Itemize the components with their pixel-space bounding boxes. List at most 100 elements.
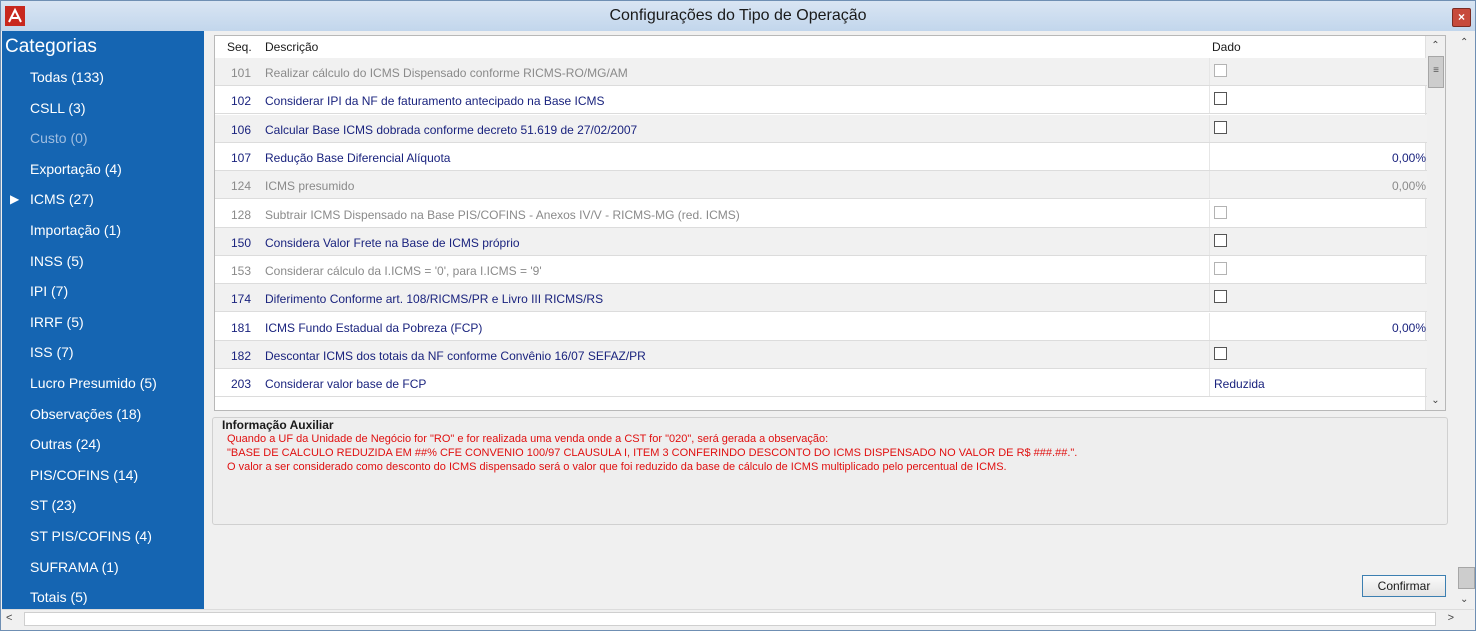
sidebar-item[interactable]: IRRF (5) <box>30 314 84 330</box>
row-dado-cell[interactable]: 0,00% <box>1209 312 1428 340</box>
row-description: Considerar valor base de FCP <box>265 377 427 392</box>
row-dado-cell <box>1209 58 1428 85</box>
row-dado-cell[interactable] <box>1209 284 1428 312</box>
sidebar-item[interactable]: INSS (5) <box>30 253 84 269</box>
grid-vertical-scrollbar[interactable]: ⌃ ≡ ⌄ <box>1425 36 1445 410</box>
table-row[interactable]: 182 Descontar ICMS dos totais da NF confo… <box>215 341 1427 369</box>
row-checkbox <box>1214 205 1227 219</box>
row-description: Considera Valor Frete na Base de ICMS pr… <box>265 235 520 250</box>
info-line: "BASE DE CALCULO REDUZIDA EM ##% CFE CON… <box>227 447 1078 459</box>
table-row[interactable]: 102 Considerar IPI da NF de faturamento a… <box>215 86 1428 115</box>
table-row[interactable]: 101 Realizar cálculo do ICMS Dispensado c… <box>215 58 1427 86</box>
info-title: Informação Auxiliar <box>222 418 334 432</box>
window-scroll-thumb[interactable] <box>1458 567 1475 589</box>
sidebar-item[interactable]: Totais (5) <box>30 589 88 605</box>
settings-grid: Seq. Descrição Dado ⌃ ≡ ⌄ 101 Realizar cá… <box>214 35 1446 411</box>
window-vertical-scrollbar[interactable]: ⌃ ⌄ <box>1457 35 1475 607</box>
row-checkbox[interactable] <box>1214 347 1227 360</box>
sidebar-item[interactable]: Importação (1) <box>30 222 121 238</box>
category-sidebar: Categorias Todas (133) CSLL (3) Custo (0) E… <box>2 31 204 609</box>
row-description: Diferimento Conforme art. 108/RICMS/PR e… <box>265 292 604 307</box>
window-scroll-down-icon[interactable]: ⌄ <box>1460 594 1468 605</box>
row-description: Considerar cálculo da I.ICMS = '0', para… <box>265 264 542 279</box>
sidebar-item[interactable]: Todas (133) <box>30 69 104 85</box>
sidebar-item[interactable]: Lucro Presumido (5) <box>30 375 157 391</box>
row-seq: 203 <box>230 377 251 392</box>
sidebar-item[interactable]: Exportação (4) <box>30 161 122 177</box>
table-row[interactable]: 124 ICMS presumido 0,00% <box>215 171 1428 200</box>
row-percent-value: 0,00% <box>1391 179 1426 194</box>
scroll-thumb[interactable]: ≡ <box>1428 56 1444 88</box>
row-seq: 101 <box>230 66 251 80</box>
row-description: ICMS Fundo Estadual da Pobreza (FCP) <box>265 320 483 335</box>
grid-header: Seq. Descrição Dado <box>215 36 1427 59</box>
auxiliary-info-panel: Informação Auxiliar Quando a UF da Unida… <box>212 417 1448 525</box>
sidebar-item[interactable]: ST PIS/COFINS (4) <box>30 528 152 544</box>
row-checkbox[interactable] <box>1214 92 1227 106</box>
row-checkbox <box>1214 64 1227 77</box>
row-seq: 106 <box>230 122 251 137</box>
row-description: Realizar cálculo do ICMS Dispensado conf… <box>265 66 628 80</box>
row-description: Subtrair ICMS Dispensado na Base PIS/COF… <box>265 207 740 222</box>
row-seq: 124 <box>230 179 251 194</box>
table-row[interactable]: 203 Considerar valor base de FCP Reduzida <box>215 369 1428 398</box>
row-seq: 174 <box>230 292 251 307</box>
horizontal-scroll-track[interactable] <box>24 612 1436 626</box>
row-checkbox[interactable] <box>1214 290 1227 304</box>
sidebar-item[interactable]: PIS/COFINS (14) <box>30 467 138 483</box>
row-checkbox[interactable] <box>1214 120 1227 134</box>
row-dado-cell[interactable] <box>1209 86 1428 114</box>
sidebar-item[interactable]: Observações (18) <box>30 406 141 422</box>
scroll-up-icon[interactable]: ⌃ <box>1428 38 1443 53</box>
info-line: Quando a UF da Unidade de Negócio for "R… <box>227 433 829 445</box>
table-row[interactable]: 181 ICMS Fundo Estadual da Pobreza (FCP) 0… <box>215 312 1428 341</box>
sidebar-item[interactable]: ICMS (27) <box>30 191 94 207</box>
row-dado-cell: 0,00% <box>1209 171 1428 199</box>
confirm-button[interactable]: Confirmar <box>1362 575 1446 597</box>
selected-arrow-icon: ▶ <box>10 192 20 207</box>
row-dado-cell <box>1209 199 1428 227</box>
sidebar-item[interactable]: IPI (7) <box>30 283 68 299</box>
scroll-down-icon[interactable]: ⌄ <box>1428 393 1443 408</box>
header-seq[interactable]: Seq. <box>227 40 252 54</box>
row-dado-cell[interactable]: 0,00% <box>1209 142 1428 170</box>
row-seq: 102 <box>230 94 251 109</box>
row-dado-cell[interactable] <box>1209 341 1428 368</box>
table-row[interactable]: 174 Diferimento Conforme art. 108/RICMS/P… <box>215 284 1428 313</box>
row-checkbox <box>1214 262 1227 276</box>
header-description[interactable]: Descrição <box>265 40 318 54</box>
sidebar-item[interactable]: CSLL (3) <box>30 100 86 116</box>
row-dado-cell <box>1209 256 1428 284</box>
row-description: ICMS presumido <box>265 179 355 194</box>
table-row[interactable]: 153 Considerar cálculo da I.ICMS = '0', p… <box>215 256 1428 285</box>
sidebar-item[interactable]: Outras (24) <box>30 436 101 452</box>
row-dado-cell[interactable] <box>1209 114 1428 142</box>
table-row[interactable]: 128 Subtrair ICMS Dispensado na Base PIS/… <box>215 199 1428 228</box>
table-row[interactable]: 106 Calcular Base ICMS dobrada conforme d… <box>215 114 1428 143</box>
row-seq: 107 <box>230 150 251 165</box>
row-seq: 150 <box>230 235 251 250</box>
row-dado-cell[interactable] <box>1209 227 1428 255</box>
table-row[interactable]: 107 Redução Base Diferencial Alíquota 0,00… <box>215 142 1428 171</box>
sidebar-item[interactable]: SUFRAMA (1) <box>30 559 119 575</box>
close-button[interactable]: × <box>1452 8 1471 27</box>
row-description: Descontar ICMS dos totais da NF conforme… <box>265 349 646 363</box>
row-seq: 182 <box>230 349 251 363</box>
row-dado-cell[interactable]: Reduzida <box>1209 369 1428 397</box>
row-seq: 128 <box>230 207 251 222</box>
sidebar-item[interactable]: ISS (7) <box>30 344 74 360</box>
window-title: Configurações do Tipo de Operação <box>609 7 867 24</box>
row-percent-value: 0,00% <box>1391 150 1426 165</box>
dialog-window: Configurações do Tipo de Operação × Cate… <box>0 0 1476 631</box>
scroll-right-icon[interactable]: > <box>1448 612 1454 624</box>
row-description: Considerar IPI da NF de faturamento ante… <box>265 94 605 109</box>
horizontal-scrollbar[interactable]: < > <box>2 609 1474 628</box>
header-dado[interactable]: Dado <box>1212 40 1241 54</box>
row-checkbox[interactable] <box>1214 233 1227 247</box>
table-row[interactable]: 150 Considera Valor Frete na Base de ICMS… <box>215 227 1428 256</box>
row-description: Calcular Base ICMS dobrada conforme decr… <box>265 122 638 137</box>
window-scroll-up-icon[interactable]: ⌃ <box>1460 37 1468 48</box>
row-text-value: Reduzida <box>1214 377 1265 392</box>
sidebar-item[interactable]: ST (23) <box>30 497 76 513</box>
scroll-left-icon[interactable]: < <box>6 612 12 624</box>
